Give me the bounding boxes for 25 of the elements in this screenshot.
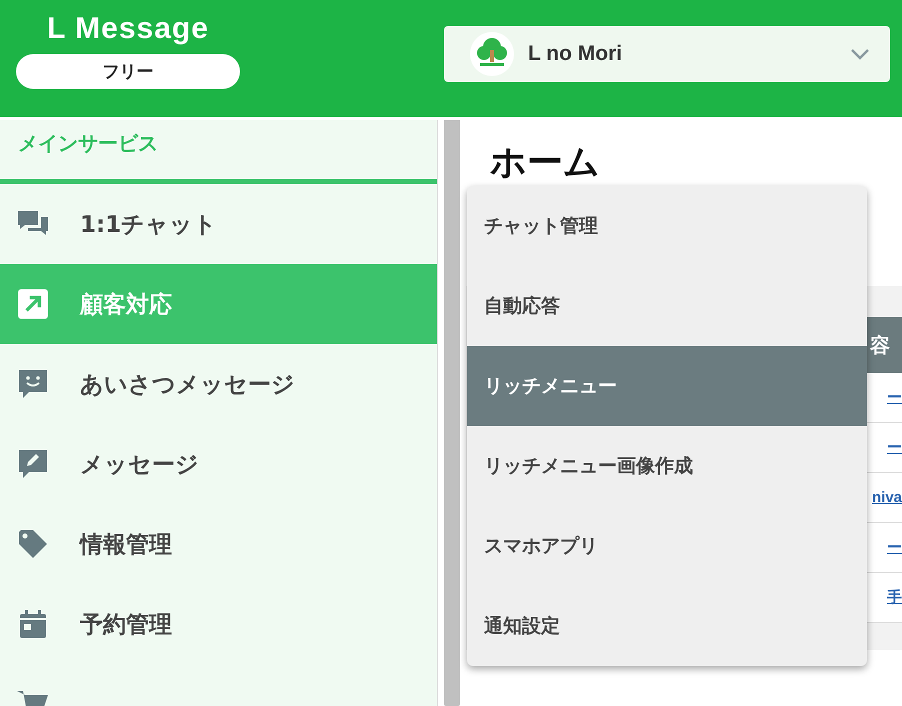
menu-item[interactable]: リッチメニュー xyxy=(467,346,867,426)
table-link[interactable]: 手 xyxy=(887,588,902,607)
sidebar-item[interactable]: 1:1チャット xyxy=(0,184,437,264)
menu-item[interactable]: チャット管理 xyxy=(467,186,867,266)
chevron-down-icon xyxy=(850,48,870,60)
tag-icon xyxy=(16,528,50,560)
sidebar-item[interactable]: あいさつメッセージ xyxy=(0,344,437,424)
menu-item[interactable]: リッチメニュー画像作成 xyxy=(467,426,867,506)
tree-logo-icon xyxy=(470,32,514,76)
menu-item[interactable]: 通知設定 xyxy=(467,586,867,666)
sidebar-item[interactable]: メッセージ xyxy=(0,424,437,504)
table-link[interactable]: ー xyxy=(887,438,902,457)
sidebar-item[interactable]: 予約管理 xyxy=(0,584,437,664)
plan-badge: フリー xyxy=(16,54,240,89)
account-selector[interactable]: L no Mori xyxy=(444,26,890,82)
menu-item[interactable]: スマホアプリ xyxy=(467,506,867,586)
table-link[interactable]: ー xyxy=(887,538,902,557)
page-title: ホーム xyxy=(490,141,601,185)
edit-bubble-icon xyxy=(16,448,50,480)
section-heading: メインサービス xyxy=(17,130,159,157)
smile-bubble-icon xyxy=(16,368,50,400)
app-logo: L Message xyxy=(47,12,209,46)
sidebar-item[interactable]: 情報管理 xyxy=(0,504,437,584)
table-link[interactable]: ー xyxy=(887,388,902,407)
scrollbar[interactable] xyxy=(444,120,460,706)
